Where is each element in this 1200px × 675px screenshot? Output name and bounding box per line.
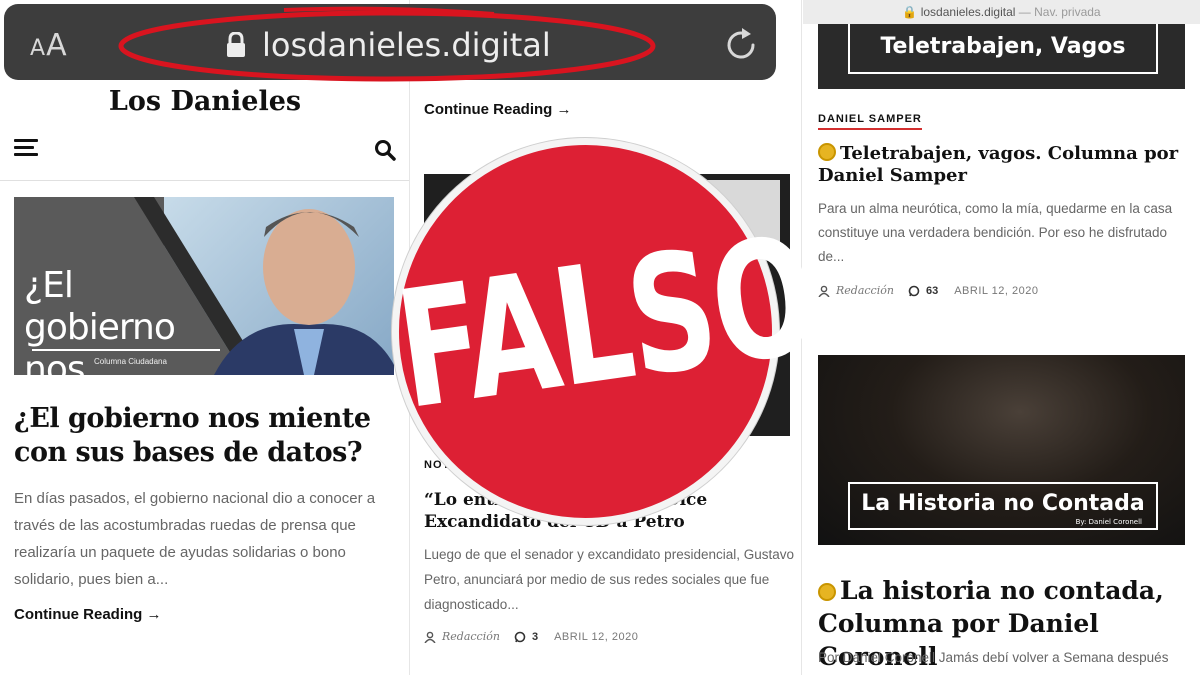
image-byline: By: Daniel Coronell bbox=[1075, 518, 1142, 526]
comment-count[interactable]: 3 bbox=[532, 631, 538, 643]
image-caption: Columna Ciudadana bbox=[94, 357, 167, 366]
reload-icon[interactable] bbox=[722, 26, 760, 64]
article-image-historia[interactable]: La Historia no Contada By: Daniel Corone… bbox=[818, 355, 1185, 545]
article-meta: Redacción 3 ABRIL 12, 2020 bbox=[424, 630, 638, 643]
private-mode-label: — Nav. privada bbox=[1018, 5, 1101, 19]
article-panel-left: Los Danieles ¿El gobierno nos miente? Co… bbox=[0, 0, 410, 675]
medal-icon bbox=[818, 583, 836, 601]
category-label[interactable]: DANIEL SAMPER bbox=[818, 113, 922, 130]
red-annotation-circle bbox=[118, 6, 656, 82]
article-image-teletrabajen[interactable]: Teletrabajen, Vagos bbox=[818, 24, 1185, 89]
headline-text[interactable]: Teletrabajen, vagos. Columna por Daniel … bbox=[818, 143, 1178, 186]
image-title-text: La Historia no Contada bbox=[861, 491, 1145, 516]
image-underline bbox=[32, 349, 220, 351]
article-excerpt: En días pasados, el gobierno nacional di… bbox=[14, 490, 376, 588]
author-name[interactable]: Redacción bbox=[442, 630, 500, 643]
nav-divider bbox=[0, 180, 410, 181]
image-overlay-title: Teletrabajen, Vagos bbox=[848, 24, 1158, 74]
lock-icon: 🔒 bbox=[902, 5, 918, 19]
site-title[interactable]: Los Danieles bbox=[0, 86, 410, 117]
text-size-button[interactable]: AA bbox=[30, 28, 68, 63]
menu-icon[interactable] bbox=[14, 139, 38, 159]
stamp-label: FALSO bbox=[387, 202, 826, 447]
article-image-gobierno[interactable]: ¿El gobierno nos miente? Columna Ciudada… bbox=[14, 197, 394, 375]
user-icon bbox=[424, 631, 436, 643]
article-excerpt: Luego de que el senador y excandidato pr… bbox=[424, 547, 795, 612]
post-date: ABRIL 12, 2020 bbox=[954, 284, 1039, 297]
user-icon bbox=[818, 285, 830, 297]
article-excerpt: Para un alma neurótica, como la mía, que… bbox=[818, 201, 1173, 264]
article-excerpt: Por Daniel Coronell Jamás debí volver a … bbox=[818, 650, 1169, 665]
private-browsing-bar: 🔒 losdanieles.digital — Nav. privada bbox=[803, 0, 1200, 24]
continue-reading-link[interactable]: Continue Reading → bbox=[424, 101, 572, 118]
article-meta: Redacción 63 ABRIL 12, 2020 bbox=[818, 284, 1038, 297]
search-icon[interactable] bbox=[374, 139, 396, 161]
continue-reading-link[interactable]: Continue Reading → bbox=[14, 606, 162, 623]
comment-icon bbox=[514, 631, 526, 642]
author-name[interactable]: Redacción bbox=[836, 284, 894, 297]
article-panel-right: 🔒 losdanieles.digital — Nav. privada Tel… bbox=[803, 0, 1200, 675]
post-date: ABRIL 12, 2020 bbox=[554, 630, 639, 643]
image-overlay-title: La Historia no Contada By: Daniel Corone… bbox=[848, 482, 1158, 530]
article-headline[interactable]: ¿El gobierno nos miente con sus bases de… bbox=[14, 402, 394, 470]
medal-icon bbox=[818, 143, 836, 161]
browser-address-bar[interactable]: AA losdanieles.digital bbox=[4, 4, 776, 82]
comment-count[interactable]: 63 bbox=[926, 285, 938, 297]
topbar-domain[interactable]: losdanieles.digital bbox=[921, 5, 1016, 19]
comment-icon bbox=[908, 285, 920, 296]
article-headline[interactable]: Teletrabajen, vagos. Columna por Daniel … bbox=[818, 143, 1188, 187]
